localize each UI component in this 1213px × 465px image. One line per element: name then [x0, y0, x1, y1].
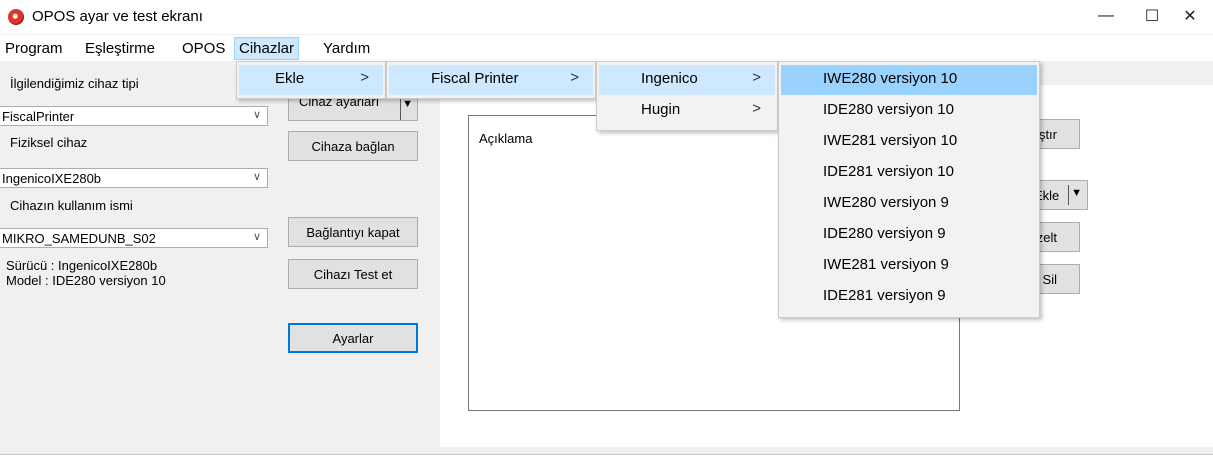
- menu-item-model-label: IWE281 versiyon 9: [823, 256, 949, 273]
- device-type-select[interactable]: FiscalPrinter ∨: [0, 106, 268, 126]
- chevron-right-icon: >: [752, 69, 761, 86]
- chevron-down-icon: ∨: [252, 171, 261, 183]
- connect-button[interactable]: Cihaza bağlan: [288, 131, 418, 161]
- split-divider: [1068, 185, 1069, 205]
- menu-item-model[interactable]: IWE280 versiyon 10: [781, 65, 1037, 95]
- menu-item-model-label: IDE280 versiyon 9: [823, 225, 946, 242]
- ingenico-submenu: IWE280 versiyon 10 IDE280 versiyon 10 IW…: [778, 61, 1040, 318]
- menu-opos[interactable]: OPOS: [178, 38, 229, 59]
- menu-cihazlar[interactable]: Cihazlar: [234, 37, 300, 60]
- menu-yardim[interactable]: Yardım: [319, 38, 374, 59]
- menu-item-model[interactable]: IDE281 versiyon 9: [781, 282, 1037, 312]
- menu-item-model[interactable]: IDE281 versiyon 10: [781, 158, 1037, 188]
- usage-name-select[interactable]: MIKRO_SAMEDUNB_S02 ∨: [0, 228, 268, 248]
- physical-device-value: IngenicoIXE280b: [2, 171, 102, 186]
- ekle-submenu: Fiscal Printer >: [386, 61, 596, 99]
- physical-device-select[interactable]: IngenicoIXE280b ∨: [0, 168, 268, 188]
- menu-item-model[interactable]: IWE280 versiyon 9: [781, 189, 1037, 219]
- model-info: Model : IDE280 versiyon 10: [6, 273, 166, 288]
- status-bar: [0, 454, 1213, 465]
- menu-item-model-label: IWE280 versiyon 9: [823, 194, 949, 211]
- menu-eslestirme[interactable]: Eşleştirme: [81, 38, 159, 59]
- window-title: OPOS ayar ve test ekranı: [32, 8, 203, 25]
- app-icon: [8, 9, 24, 25]
- menu-item-hugin-label: Hugin: [641, 101, 681, 118]
- driver-info: Sürücü : IngenicoIXE280b: [6, 258, 158, 273]
- cihazlar-menu: Ekle >: [236, 61, 386, 99]
- chevron-down-icon: ∨: [252, 109, 261, 121]
- chevron-right-icon: >: [570, 69, 579, 86]
- device-type-value: FiscalPrinter: [2, 109, 75, 124]
- chevron-down-icon: ∨: [252, 231, 261, 243]
- close-connection-button[interactable]: Bağlantıyı kapat: [288, 217, 418, 247]
- menu-program[interactable]: Program: [1, 38, 67, 59]
- device-settings-button[interactable]: Cihaz ayarları ▼: [288, 97, 418, 121]
- split-divider: [400, 98, 401, 120]
- menu-item-ingenico[interactable]: Ingenico >: [599, 65, 775, 95]
- chevron-right-icon: >: [752, 100, 761, 117]
- dropdown-arrow-icon[interactable]: ▼: [402, 98, 413, 110]
- menu-item-fiscal-printer[interactable]: Fiscal Printer >: [389, 65, 593, 95]
- menu-item-model-label: IDE281 versiyon 10: [823, 163, 954, 180]
- fiscal-printer-submenu: Ingenico > Hugin >: [596, 61, 778, 131]
- menu-item-ekle-label: Ekle: [275, 70, 305, 87]
- physical-device-label: Fiziksel cihaz: [10, 135, 88, 150]
- description-label: Açıklama: [479, 131, 533, 146]
- menu-item-model-label: IWE280 versiyon 10: [823, 70, 958, 87]
- menu-item-model[interactable]: IWE281 versiyon 10: [781, 127, 1037, 157]
- menu-item-model-label: IWE281 versiyon 10: [823, 132, 958, 149]
- usage-name-value: MIKRO_SAMEDUNB_S02: [2, 231, 156, 246]
- chevron-right-icon: >: [360, 69, 369, 86]
- menu-item-ekle[interactable]: Ekle >: [239, 65, 383, 95]
- menu-item-ingenico-label: Ingenico: [641, 70, 698, 87]
- menu-item-model-label: IDE281 versiyon 9: [823, 287, 946, 304]
- device-type-label: İlgilendiğimiz cihaz tipi: [10, 76, 139, 91]
- menu-item-model[interactable]: IDE280 versiyon 10: [781, 96, 1037, 126]
- menu-item-model[interactable]: IWE281 versiyon 9: [781, 251, 1037, 281]
- menu-item-model-label: IDE280 versiyon 10: [823, 101, 954, 118]
- test-device-button[interactable]: Cihazı Test et: [288, 259, 418, 289]
- minimize-button[interactable]: —: [1083, 0, 1129, 32]
- close-button[interactable]: ✕: [1167, 0, 1213, 32]
- menu-item-fiscal-printer-label: Fiscal Printer: [431, 70, 519, 87]
- dropdown-arrow-icon[interactable]: ▼: [1071, 187, 1082, 199]
- menu-item-hugin[interactable]: Hugin >: [599, 96, 775, 126]
- settings-button[interactable]: Ayarlar: [288, 323, 418, 353]
- usage-name-label: Cihazın kullanım ismi: [10, 198, 133, 213]
- menu-item-model[interactable]: IDE280 versiyon 9: [781, 220, 1037, 250]
